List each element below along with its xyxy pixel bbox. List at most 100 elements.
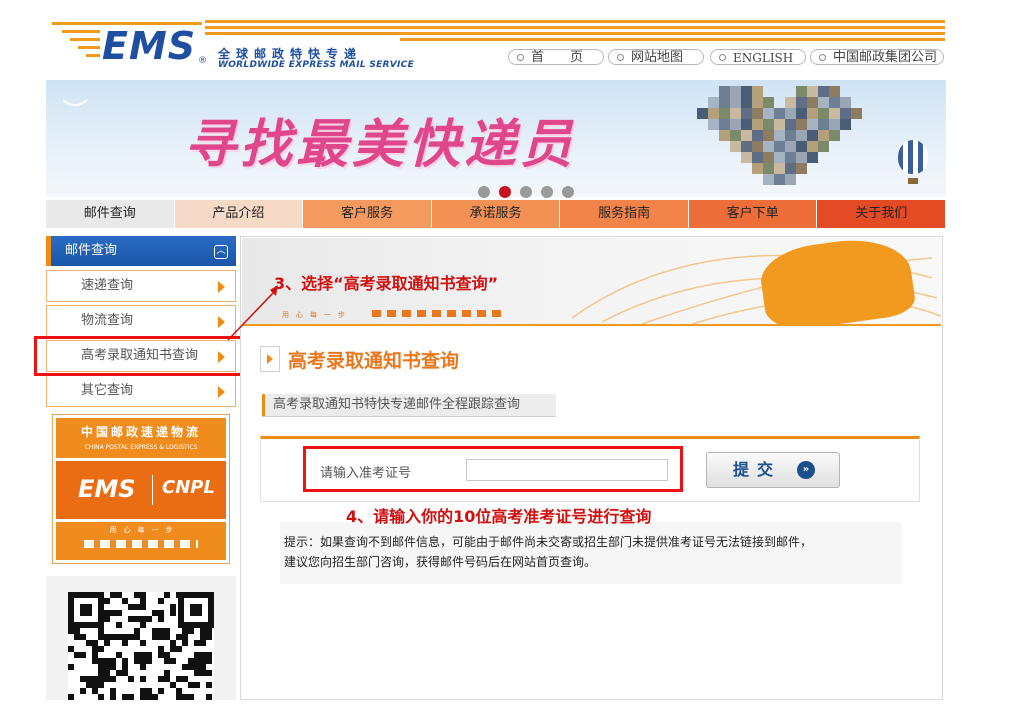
collage-photo [851,108,862,119]
toplink-english-label: ENGLISH [733,51,794,65]
logo-wing-2 [62,30,100,33]
collage-photo [785,163,796,174]
collage-photo [741,97,752,108]
collage-photo [774,174,785,185]
collage-photo [752,163,763,174]
collage-photo [763,174,774,185]
nav-about-us[interactable]: 关于我们 [817,200,947,228]
collage-photo [763,152,774,163]
collage-photo [807,86,818,97]
sidebar-item-express-query[interactable]: 速递查询 [46,270,236,302]
logo-wing-5 [86,54,100,57]
cpel-top-band: 中国邮政速递物流 CHINA POSTAL EXPRESS & LOGISTIC… [56,418,226,458]
tab-gaokao-tracking[interactable]: 高考录取通知书特快专递邮件全程跟踪查询 [262,394,556,416]
sidebar-header[interactable]: 邮件查询 ︿ [46,236,236,266]
nav-commitment[interactable]: 承诺服务 [431,200,561,228]
collage-photo [796,97,807,108]
collage-photo [774,108,785,119]
collage-photo [752,141,763,152]
toplink-english[interactable]: ENGLISH [710,49,806,65]
nav-products[interactable]: 产品介绍 [174,200,304,228]
qr-code-panel [46,576,236,700]
nav-mail-query[interactable]: 邮件查询 [46,200,175,228]
collage-photo [796,152,807,163]
collage-photo [763,163,774,174]
carousel-dot-3[interactable] [520,186,532,198]
submit-button[interactable]: 提交 » [706,452,840,488]
collage-photo [730,86,741,97]
collage-photo [785,108,796,119]
collage-photo [708,97,719,108]
carousel-dot-4[interactable] [541,186,553,198]
carousel-dot-5[interactable] [562,186,574,198]
collage-photo [741,152,752,163]
collage-photo [807,108,818,119]
annotation-step-4: 4、请输入你的10位高考准考证号进行查询 [346,507,652,526]
collage-photo [785,174,796,185]
notice-line-2: 建议您向招生部门咨询，获得邮件号码后在网站首页查询。 [284,555,597,569]
nav-customer-service[interactable]: 客户服务 [303,200,432,228]
collage-photo [730,108,741,119]
title-arrow-icon [260,346,280,372]
toplink-china-post[interactable]: 中国邮政集团公司 [810,49,944,65]
collage-photo [796,141,807,152]
collage-photo [763,141,774,152]
carousel-dot-1[interactable] [478,186,490,198]
collage-photo [807,97,818,108]
collage-photo [697,108,708,119]
collage-photo [796,108,807,119]
qr-code[interactable] [68,592,214,700]
photo-heart-collage [686,86,866,190]
collage-photo [730,119,741,130]
logo-wing-3 [70,38,100,41]
collapse-up-icon[interactable]: ︿ [214,245,228,259]
bullet-icon [819,54,826,61]
collage-photo [840,119,851,130]
header-stripe-3 [205,32,945,35]
collage-photo [752,119,763,130]
collage-photo [752,86,763,97]
toplink-china-post-label: 中国邮政集团公司 [833,50,938,65]
sidebar-item-label: 速递查询 [81,278,134,293]
logo-wing-4 [78,46,100,49]
collage-photo [829,119,840,130]
bullet-icon [719,54,726,61]
cpel-promo-card[interactable]: 中国邮政速递物流 CHINA POSTAL EXPRESS & LOGISTIC… [52,414,230,564]
query-notice: 提示：如果查询不到邮件信息，可能由于邮件尚未交寄或招生部门未提供准考证号无法链接… [280,522,902,584]
nav-place-order[interactable]: 客户下单 [688,200,818,228]
collage-photo [818,97,829,108]
collage-photo [763,97,774,108]
sidebar-item-other-query[interactable]: 其它查询 [46,375,236,407]
main-nav: 邮件查询 产品介绍 客户服务 承诺服务 服务指南 客户下单 关于我们 [46,200,947,228]
collage-photo [796,86,807,97]
sidebar-item-logistics-query[interactable]: 物流查询 [46,305,236,337]
annotation-step-3: 3、选择“高考录取通知书查询” [274,274,499,293]
collage-photo [785,97,796,108]
toplink-home[interactable]: 首 页 [508,49,604,65]
ems-logo[interactable]: EMS ® [52,18,212,70]
collage-photo [719,86,730,97]
sidebar-item-label: 其它查询 [81,383,134,398]
main-banner-strip [242,324,941,326]
collage-photo [719,97,730,108]
collage-photo [752,152,763,163]
collage-photo [785,152,796,163]
header-stripe-1 [205,20,945,23]
main-banner-caption: 用 心 每 一 步 [282,311,345,319]
bullet-icon [617,54,624,61]
collage-photo [785,141,796,152]
carousel-dot-2[interactable] [499,186,511,198]
collage-photo [796,163,807,174]
seagull-icon: ︶ [62,98,89,128]
delivery-vehicles-icon [84,540,198,548]
collage-photo [730,97,741,108]
delivery-vehicles-icon [372,310,502,317]
collage-photo [796,119,807,130]
collage-photo [763,119,774,130]
slogan-en: WORLDWIDE EXPRESS MAIL SERVICE [218,60,415,70]
collage-photo [807,141,818,152]
promo-banner[interactable]: ︶ 寻找最美快递员 [46,80,946,197]
cpel-brand-divider [152,475,153,505]
nav-service-guide[interactable]: 服务指南 [560,200,689,228]
toplink-sitemap[interactable]: 网站地图 [608,49,704,65]
